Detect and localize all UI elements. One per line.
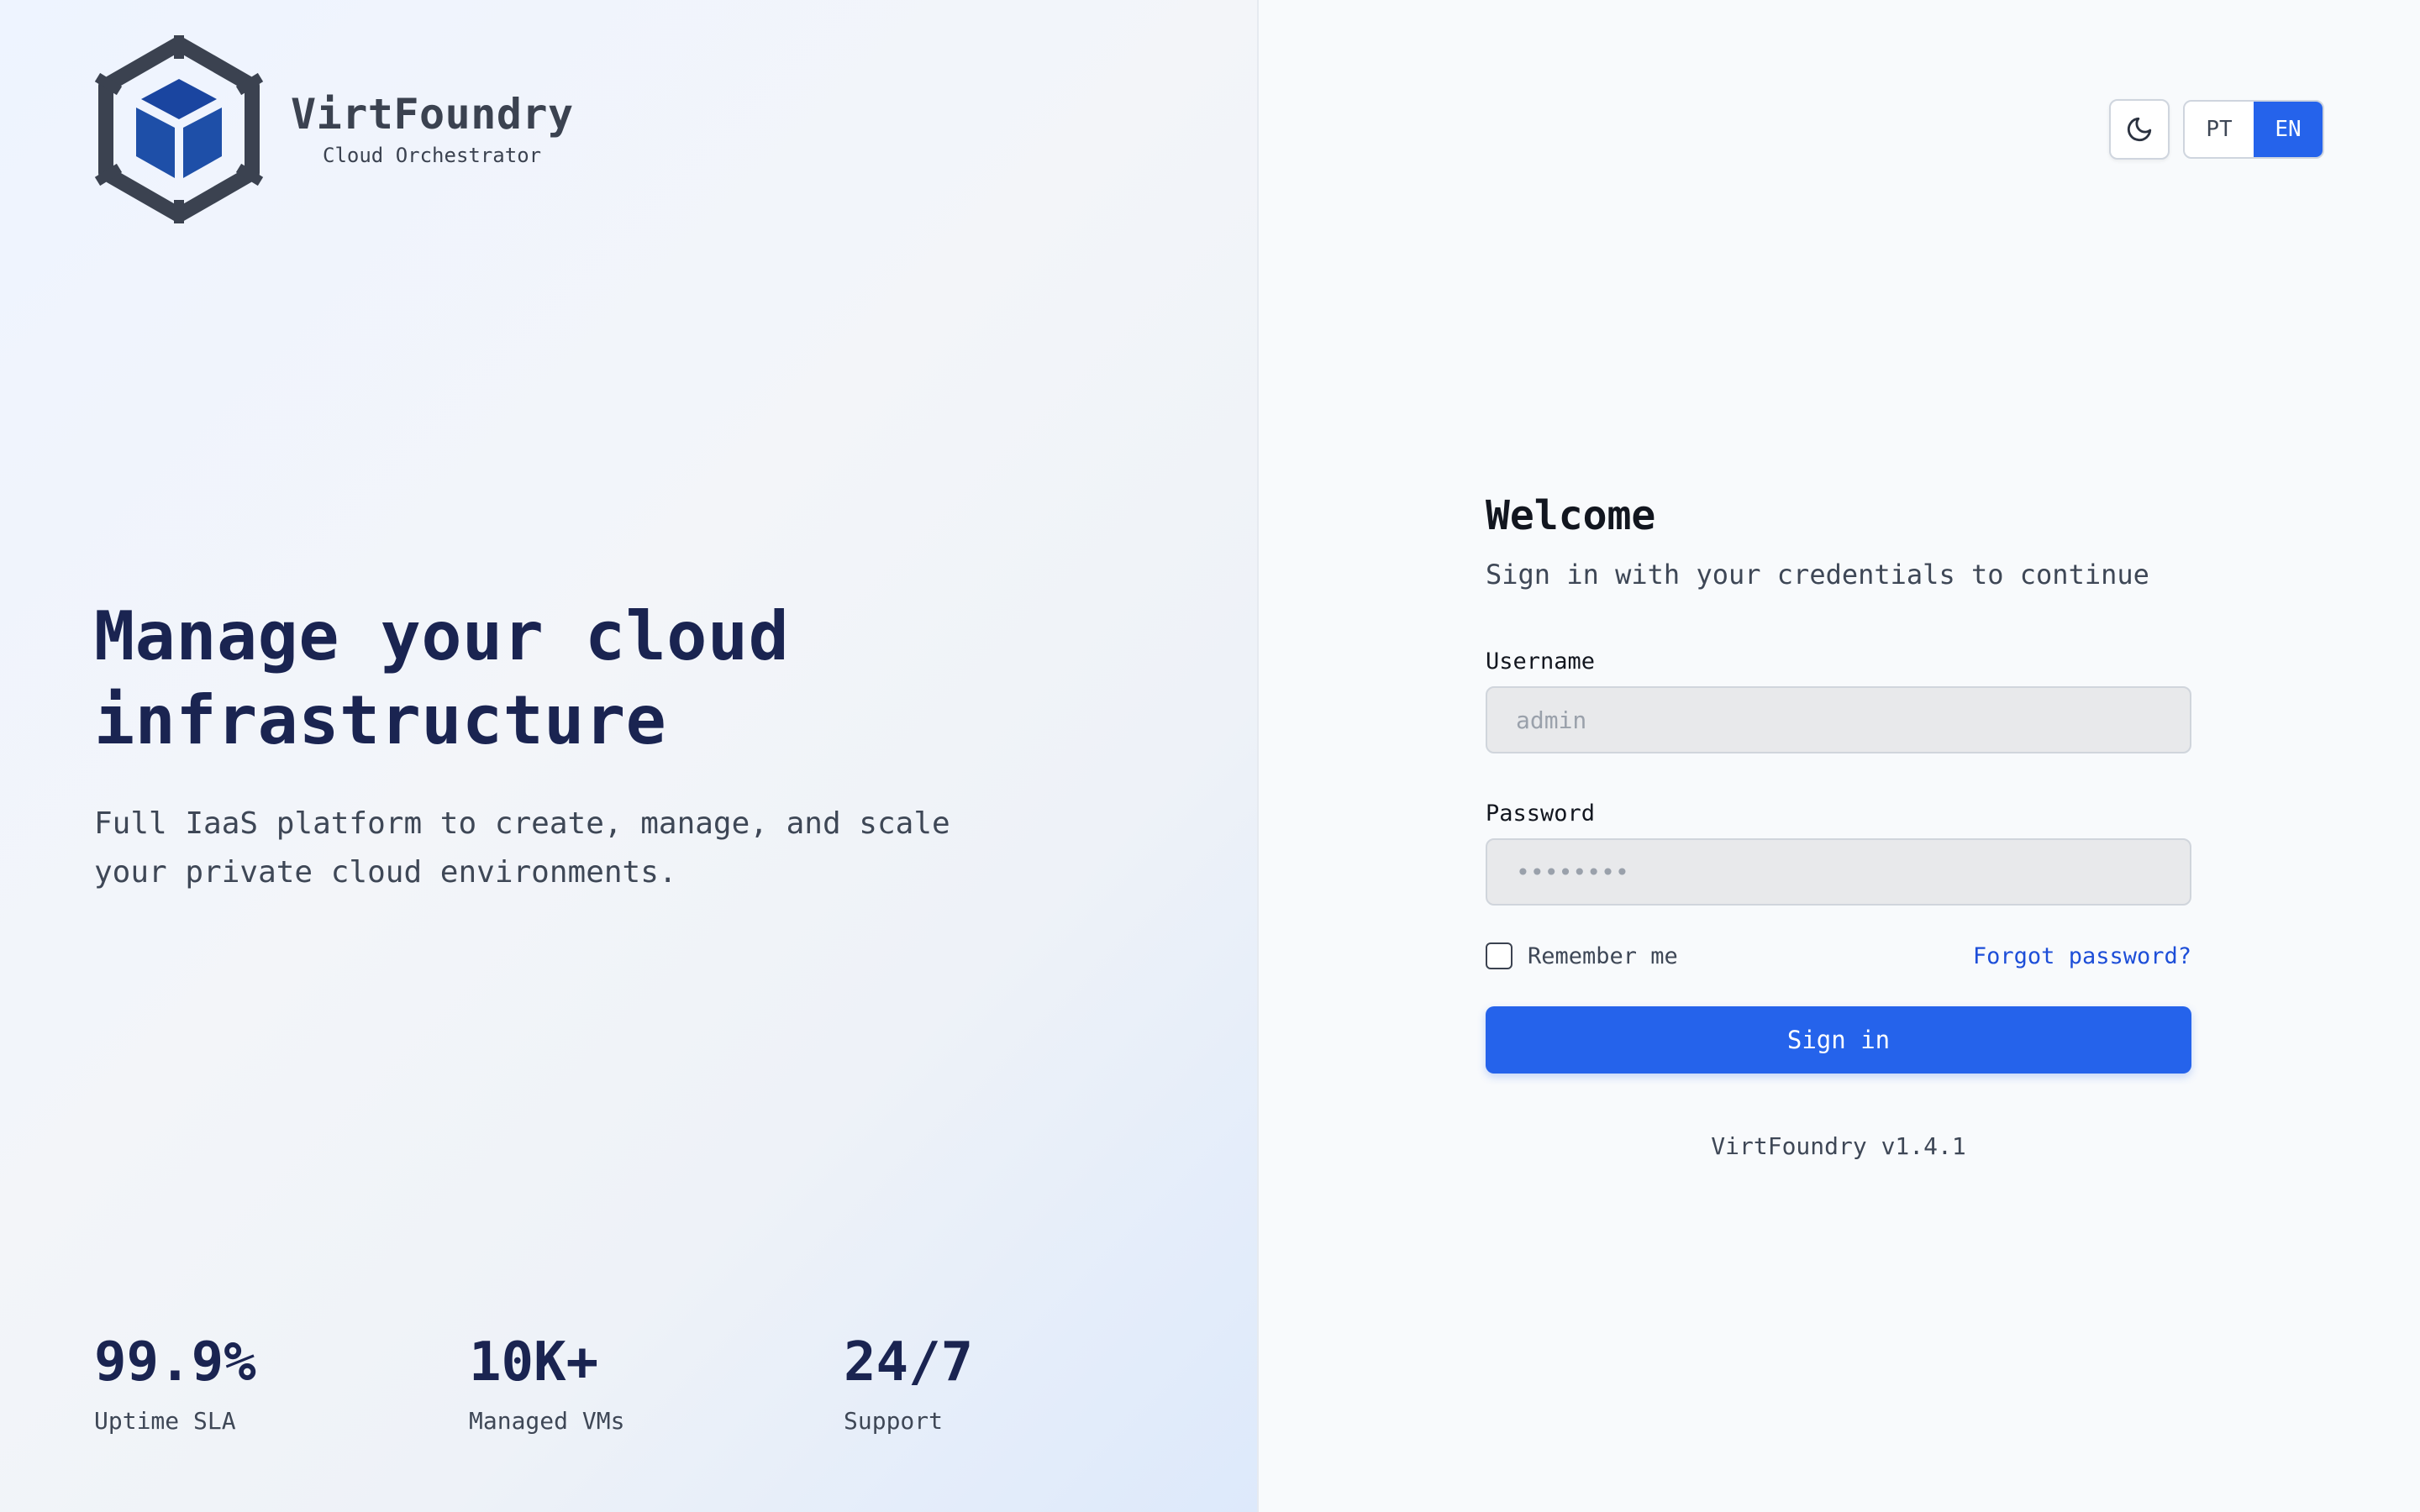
sign-in-button[interactable]: Sign in	[1486, 1006, 2191, 1074]
hero-title: Manage your cloud infrastructure	[94, 595, 1018, 763]
hero-description: Full IaaS platform to create, manage, an…	[94, 806, 950, 890]
top-controls: PT EN	[2109, 99, 2324, 160]
username-label: Username	[1486, 648, 1596, 675]
stats-row: 99.9% Uptime SLA 10K+ Managed VMs 24/7 S…	[94, 1336, 1218, 1433]
hero-section: Manage your cloud infrastructure Full Ia…	[94, 595, 1018, 897]
password-label: Password	[1486, 801, 1596, 827]
stat-support: 24/7 Support	[844, 1336, 1218, 1433]
remember-me[interactable]: Remember me	[1486, 942, 1678, 969]
moon-icon	[2127, 117, 2152, 142]
password-input[interactable]	[1486, 838, 2191, 906]
remember-label: Remember me	[1528, 942, 1678, 969]
brand-name: VirtFoundry	[291, 90, 574, 139]
stat-value: 10K+	[469, 1331, 599, 1394]
stat-label: Support	[844, 1407, 944, 1435]
brand-logo: VirtFoundry Cloud Orchestrator	[92, 34, 574, 225]
login-subtitle: Sign in with your credentials to continu…	[1486, 559, 2149, 591]
left-panel: VirtFoundry Cloud Orchestrator Manage yo…	[0, 0, 1259, 1512]
stat-label: Uptime SLA	[94, 1407, 236, 1435]
stat-value: 24/7	[844, 1331, 974, 1394]
forgot-password-link[interactable]: Forgot password?	[1973, 943, 2191, 969]
app-version: VirtFoundry v1.4.1	[1711, 1132, 1966, 1160]
login-form: Welcome Sign in with your credentials to…	[1486, 496, 2191, 1160]
stat-uptime: 99.9% Uptime SLA	[94, 1336, 469, 1433]
form-options-row: Remember me Forgot password?	[1486, 942, 2191, 969]
login-title: Welcome	[1486, 492, 1656, 539]
username-input[interactable]	[1486, 686, 2191, 753]
stat-label: Managed VMs	[469, 1407, 625, 1435]
stat-vms: 10K+ Managed VMs	[469, 1336, 844, 1433]
language-en-button[interactable]: EN	[2254, 102, 2323, 157]
theme-toggle-button[interactable]	[2109, 99, 2170, 160]
stat-value: 99.9%	[94, 1331, 256, 1394]
cube-hexagon-icon	[94, 35, 264, 223]
brand-subtitle: Cloud Orchestrator	[323, 144, 542, 167]
hero-title-line-1: Manage your cloud	[94, 597, 790, 675]
language-pt-button[interactable]: PT	[2185, 102, 2254, 157]
language-switcher: PT EN	[2183, 100, 2324, 159]
hero-title-line-2: infrastructure	[94, 681, 667, 759]
remember-checkbox[interactable]	[1486, 942, 1512, 969]
